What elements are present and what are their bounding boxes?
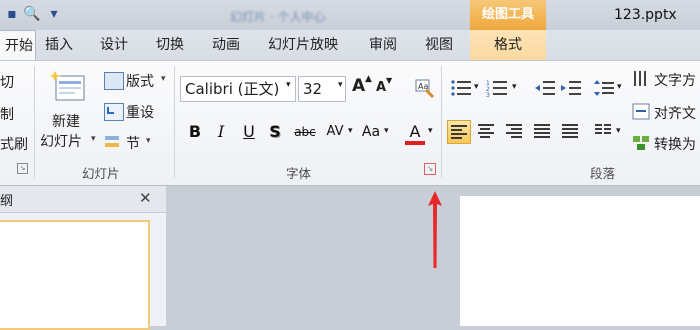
convert-smartart-button[interactable]: 转换为 bbox=[654, 134, 696, 154]
numbering-dropdown-icon[interactable]: ▾ bbox=[512, 82, 517, 92]
tab-design[interactable]: 设计 bbox=[100, 30, 128, 60]
save-icon[interactable]: ▪ bbox=[2, 4, 22, 24]
file-name: 123.pptx bbox=[614, 7, 677, 23]
drawing-tools-context-label: 绘图工具 bbox=[470, 0, 546, 30]
new-slide-dropdown-icon[interactable]: ▾ bbox=[91, 134, 96, 144]
font-name-combobox[interactable]: Calibri (正文) bbox=[180, 76, 296, 102]
tab-animations[interactable]: 动画 bbox=[212, 30, 240, 60]
group-separator bbox=[174, 66, 175, 178]
convert-smartart-icon[interactable] bbox=[632, 134, 652, 152]
paragraph-group-label: 段落 bbox=[590, 166, 616, 181]
shrink-font-arrow-icon: ▼ bbox=[386, 76, 393, 85]
italic-button[interactable]: I bbox=[210, 120, 232, 144]
tab-home[interactable]: 开始 bbox=[0, 30, 36, 61]
line-spacing-icon[interactable] bbox=[594, 78, 616, 98]
text-direction-icon[interactable] bbox=[632, 70, 652, 88]
tab-format[interactable]: 格式 bbox=[470, 30, 546, 60]
window-title: 幻灯片 · 个人中心 bbox=[230, 10, 326, 24]
font-color-swatch bbox=[405, 141, 425, 145]
line-spacing-dropdown-icon[interactable]: ▾ bbox=[617, 82, 622, 92]
tab-insert[interactable]: 插入 bbox=[45, 30, 73, 60]
reset-icon[interactable] bbox=[104, 103, 124, 121]
clipboard-dialog-launcher-icon[interactable]: ↘ bbox=[17, 163, 28, 174]
close-icon[interactable]: ✕ bbox=[139, 189, 152, 207]
numbering-icon[interactable]: 123 bbox=[486, 78, 510, 99]
increase-indent-icon[interactable] bbox=[560, 78, 582, 98]
font-color-dropdown-icon[interactable]: ▾ bbox=[428, 126, 433, 136]
layout-icon[interactable] bbox=[104, 72, 124, 90]
slide-thumbnail[interactable] bbox=[0, 220, 150, 330]
distributed-button[interactable] bbox=[559, 120, 581, 142]
tab-view[interactable]: 视图 bbox=[425, 30, 453, 60]
bullets-dropdown-icon[interactable]: ▾ bbox=[474, 82, 479, 92]
text-shadow-button[interactable]: S bbox=[264, 120, 286, 144]
font-group-label: 字体 bbox=[286, 166, 312, 181]
slides-group-label: 幻灯片 bbox=[82, 166, 120, 181]
columns-dropdown-icon[interactable]: ▾ bbox=[616, 126, 621, 136]
align-text-icon[interactable] bbox=[632, 103, 652, 121]
format-painter-button[interactable]: 式刷 bbox=[0, 134, 28, 154]
decrease-indent-icon[interactable] bbox=[534, 78, 556, 98]
section-button[interactable]: 节 bbox=[126, 133, 140, 153]
align-right-button[interactable] bbox=[503, 120, 525, 142]
new-slide-label-1[interactable]: 新建 bbox=[52, 111, 80, 131]
tab-transitions[interactable]: 切换 bbox=[156, 30, 184, 60]
section-dropdown-icon[interactable]: ▾ bbox=[146, 136, 151, 146]
underline-button[interactable]: U bbox=[238, 120, 260, 144]
new-slide-label-2[interactable]: 幻灯片 bbox=[40, 131, 82, 151]
group-separator bbox=[441, 66, 442, 178]
annotation-arrow-icon bbox=[425, 190, 445, 270]
cut-button[interactable]: 切 bbox=[0, 72, 14, 92]
font-name-dropdown-icon[interactable]: ▾ bbox=[286, 80, 291, 90]
grow-font-arrow-icon: ▲ bbox=[365, 74, 372, 84]
copy-button[interactable]: 制 bbox=[0, 104, 14, 124]
align-left-button[interactable] bbox=[447, 120, 471, 144]
bold-button[interactable]: B bbox=[184, 120, 206, 144]
svg-text:3: 3 bbox=[486, 92, 490, 98]
font-dialog-launcher-icon[interactable]: ↘ bbox=[424, 163, 436, 175]
reset-button[interactable]: 重设 bbox=[126, 102, 154, 122]
section-icon[interactable] bbox=[104, 134, 122, 150]
slide-canvas[interactable] bbox=[460, 196, 700, 326]
group-separator bbox=[34, 66, 35, 178]
character-spacing-button[interactable]: AV bbox=[322, 120, 348, 144]
outline-tab[interactable]: 纲 bbox=[0, 190, 13, 209]
clear-formatting-icon[interactable]: Aa bbox=[414, 78, 436, 100]
text-direction-button[interactable]: 文字方 bbox=[654, 70, 696, 90]
qat-dropdown-icon[interactable]: ▾ bbox=[44, 4, 64, 24]
align-text-button[interactable]: 对齐文 bbox=[654, 103, 696, 123]
strikethrough-button[interactable]: abc bbox=[290, 120, 320, 144]
layout-dropdown-icon[interactable]: ▾ bbox=[161, 74, 166, 84]
new-slide-icon[interactable] bbox=[49, 70, 88, 104]
bullets-icon[interactable] bbox=[450, 78, 474, 98]
grow-font-button[interactable]: A bbox=[352, 76, 365, 96]
columns-button[interactable] bbox=[592, 120, 614, 142]
tab-slideshow[interactable]: 幻灯片放映 bbox=[268, 30, 338, 60]
align-center-button[interactable] bbox=[475, 120, 497, 142]
font-size-dropdown-icon[interactable]: ▾ bbox=[338, 80, 343, 90]
shrink-font-button[interactable]: A bbox=[376, 80, 386, 95]
print-preview-icon[interactable]: 🔍 bbox=[22, 4, 42, 24]
change-case-button[interactable]: Aa bbox=[358, 120, 384, 144]
justify-button[interactable] bbox=[531, 120, 553, 142]
change-case-dropdown-icon[interactable]: ▾ bbox=[384, 126, 389, 136]
character-spacing-dropdown-icon[interactable]: ▾ bbox=[348, 126, 353, 136]
layout-button[interactable]: 版式 bbox=[126, 71, 154, 91]
tab-review[interactable]: 审阅 bbox=[369, 30, 397, 60]
title-bar bbox=[0, 0, 700, 30]
